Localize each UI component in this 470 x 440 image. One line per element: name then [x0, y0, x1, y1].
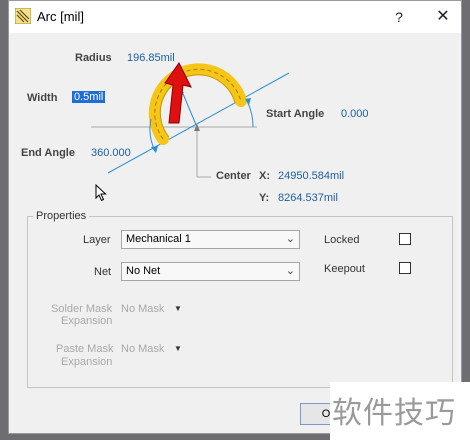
- layer-label: Layer: [83, 234, 111, 246]
- properties-group-title: Properties: [33, 210, 90, 222]
- center-x-value[interactable]: 24950.584mil: [278, 170, 344, 182]
- paste-mask-label-line1: Paste Mask: [56, 343, 114, 355]
- solder-mask-label-line1: Solder Mask: [51, 303, 113, 315]
- center-y-label: Y:: [259, 192, 270, 204]
- center-label: Center: [216, 170, 251, 182]
- width-value[interactable]: 0.5mil: [72, 91, 106, 103]
- solder-mask-value[interactable]: No Mask: [121, 303, 164, 315]
- center-y-value[interactable]: 8264.537mil: [278, 192, 338, 204]
- solder-mask-dropdown-icon[interactable]: ▼: [174, 304, 182, 313]
- net-select-value: No Net: [126, 265, 161, 277]
- width-label: Width: [27, 92, 58, 104]
- keepout-label: Keepout: [324, 263, 365, 275]
- diagonal-guide-line: [107, 72, 290, 174]
- radius-value[interactable]: 196.85mil: [127, 52, 175, 64]
- start-angle-indicator: [246, 100, 254, 128]
- paste-mask-value[interactable]: No Mask: [121, 343, 164, 355]
- layer-select[interactable]: Mechanical 1 ⌄: [121, 230, 300, 249]
- arc-properties-dialog: Arc [mil] ? ✕ Radius 196.85mil Width 0.5…: [8, 0, 462, 434]
- chevron-down-icon: ⌄: [285, 265, 295, 277]
- keepout-checkbox[interactable]: [399, 262, 411, 274]
- watermark-text: 软件技巧: [332, 396, 456, 431]
- radius-line: [180, 88, 198, 128]
- end-angle-value[interactable]: 360.000: [91, 147, 131, 159]
- radius-label: Radius: [75, 52, 112, 64]
- start-angle-value[interactable]: 0.000: [341, 108, 369, 120]
- paste-mask-label-line2: Expansion: [61, 356, 113, 368]
- layer-select-value: Mechanical 1: [126, 233, 191, 245]
- chevron-down-icon: ⌄: [285, 233, 295, 245]
- center-x-label: X:: [259, 170, 270, 182]
- start-angle-label: Start Angle: [266, 108, 325, 120]
- net-select[interactable]: No Net ⌄: [121, 262, 300, 281]
- net-label: Net: [94, 266, 112, 278]
- end-angle-label: End Angle: [21, 147, 75, 159]
- end-angle-arrowhead: [151, 146, 158, 153]
- locked-label: Locked: [324, 234, 360, 246]
- mouse-cursor-icon: [95, 184, 107, 202]
- locked-checkbox[interactable]: [399, 233, 411, 245]
- solder-mask-label-line2: Expansion: [61, 315, 113, 327]
- paste-mask-dropdown-icon[interactable]: ▼: [174, 344, 182, 353]
